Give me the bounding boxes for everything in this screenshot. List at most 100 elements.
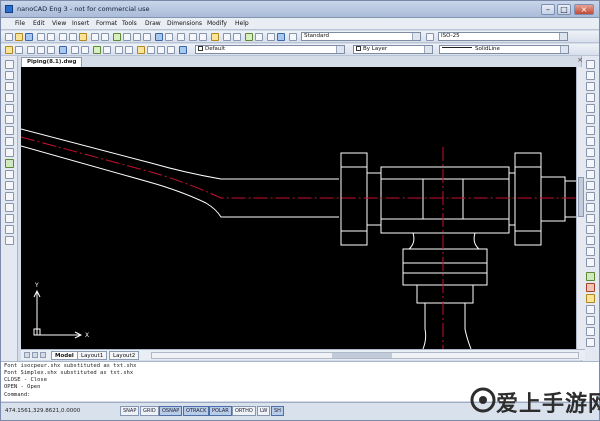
insert-block-icon[interactable] [233, 33, 241, 41]
revision-cloud-icon[interactable] [5, 203, 14, 212]
snap-nearest-icon[interactable] [586, 338, 595, 347]
polygon-tool-icon[interactable] [5, 115, 14, 124]
lengthen-tool-icon[interactable] [586, 236, 595, 245]
layer-state-icon[interactable] [5, 46, 13, 54]
snap-perpendicular-icon[interactable] [586, 316, 595, 325]
snap-toggle[interactable]: SNAP [120, 406, 140, 416]
lw-toggle[interactable]: LW [257, 406, 271, 416]
layer-color-icon[interactable] [59, 46, 67, 54]
pan-icon[interactable] [113, 33, 121, 41]
vertical-scrollbar[interactable] [576, 67, 585, 349]
rotate-tool-icon[interactable] [586, 126, 595, 135]
print-icon[interactable] [37, 33, 45, 41]
snap-midpoint-icon[interactable] [586, 283, 595, 292]
tab-model[interactable]: Model [51, 351, 78, 360]
horizontal-scroll-thumb[interactable] [332, 353, 392, 358]
spline-tool-icon[interactable] [5, 137, 14, 146]
design-center-icon[interactable] [165, 33, 173, 41]
menu-view[interactable]: View [52, 20, 66, 27]
layer-on-icon[interactable] [125, 46, 133, 54]
hatch-icon[interactable] [245, 33, 253, 41]
vertical-scroll-thumb[interactable] [578, 177, 584, 217]
layer-lock-icon[interactable] [157, 46, 165, 54]
menu-insert[interactable]: Insert [72, 20, 89, 27]
array-tool-icon[interactable] [586, 104, 595, 113]
maximize-button[interactable]: □ [557, 4, 571, 15]
properties-icon[interactable] [155, 33, 163, 41]
match-layer-icon[interactable] [71, 46, 79, 54]
block-icon[interactable] [223, 33, 231, 41]
copy-tool-icon[interactable] [586, 71, 595, 80]
measure-tool-icon[interactable] [586, 258, 595, 267]
hatch-tool-icon[interactable] [5, 159, 14, 168]
otrack-toggle[interactable]: OTRACK [183, 406, 210, 416]
menu-help[interactable]: Help [235, 20, 249, 27]
open-folder-icon[interactable] [15, 33, 23, 41]
drawing-canvas[interactable]: Y X [21, 67, 576, 349]
document-close-icon[interactable]: × [576, 57, 584, 65]
polar-toggle[interactable]: POLAR [209, 406, 232, 416]
arc-tool-icon[interactable] [5, 93, 14, 102]
color-select[interactable]: By Layer [353, 45, 433, 54]
linetype-select[interactable]: SolidLine [439, 45, 569, 54]
measure-icon[interactable] [189, 33, 197, 41]
fillet-tool-icon[interactable] [586, 203, 595, 212]
point-tool-icon[interactable] [5, 148, 14, 157]
menu-format[interactable]: Format [96, 20, 117, 27]
tab-layout2[interactable]: Layout2 [109, 351, 140, 360]
zoom-extents-icon[interactable] [143, 33, 151, 41]
sun-freeze-icon[interactable] [37, 46, 45, 54]
menu-modify[interactable]: Modify [207, 20, 227, 27]
bulb-on-icon[interactable] [27, 46, 35, 54]
tab-prev-icon[interactable] [32, 352, 38, 358]
cut-icon[interactable] [59, 33, 67, 41]
layer-freeze-icon[interactable] [137, 46, 145, 54]
rectangle-tool-icon[interactable] [5, 104, 14, 113]
help-icon[interactable] [177, 33, 185, 41]
minimize-button[interactable]: – [541, 4, 555, 15]
horizontal-scrollbar[interactable] [151, 352, 579, 359]
polyline-tool-icon[interactable] [5, 71, 14, 80]
text-icon[interactable] [255, 33, 263, 41]
join-tool-icon[interactable] [586, 225, 595, 234]
command-prompt[interactable]: Command: [4, 392, 31, 398]
zoom-window-icon[interactable] [133, 33, 141, 41]
make-current-icon[interactable] [93, 46, 101, 54]
tab-layout1[interactable]: Layout1 [77, 351, 108, 360]
stretch-tool-icon[interactable] [586, 148, 595, 157]
erase-tool-icon[interactable] [586, 60, 595, 69]
ellipse-tool-icon[interactable] [5, 126, 14, 135]
save-icon[interactable] [25, 33, 33, 41]
tab-first-icon[interactable] [24, 352, 30, 358]
osnap-toggle[interactable]: OSNAP [159, 406, 183, 416]
grid-toggle[interactable]: GRID [140, 406, 159, 416]
zoom-realtime-icon[interactable] [123, 33, 131, 41]
donut-tool-icon[interactable] [5, 214, 14, 223]
ortho-toggle[interactable]: ORTHO [232, 406, 256, 416]
circle-tool-icon[interactable] [5, 82, 14, 91]
offset-tool-icon[interactable] [586, 93, 595, 102]
move-tool-icon[interactable] [586, 115, 595, 124]
tab-next-icon[interactable] [40, 352, 46, 358]
region-tool-icon[interactable] [5, 170, 14, 179]
layer-thaw-icon[interactable] [147, 46, 155, 54]
line-tool-icon[interactable] [5, 60, 14, 69]
mirror-tool-icon[interactable] [586, 82, 595, 91]
divide-tool-icon[interactable] [586, 247, 595, 256]
menu-tools[interactable]: Tools [122, 20, 137, 27]
trim-tool-icon[interactable] [586, 159, 595, 168]
layer-manager-icon[interactable] [211, 33, 219, 41]
isolate-layer-icon[interactable] [81, 46, 89, 54]
menu-dimensions[interactable]: Dimensions [167, 20, 202, 27]
break-tool-icon[interactable] [586, 181, 595, 190]
explode-tool-icon[interactable] [586, 214, 595, 223]
area-icon[interactable] [199, 33, 207, 41]
undo-icon[interactable] [91, 33, 99, 41]
layer-previous-icon[interactable] [15, 46, 23, 54]
close-button[interactable]: × [574, 4, 594, 15]
table-icon[interactable] [267, 33, 275, 41]
menu-edit[interactable]: Edit [33, 20, 45, 27]
layer-off-icon[interactable] [115, 46, 123, 54]
construction-line-icon[interactable] [5, 181, 14, 190]
lock-icon[interactable] [47, 46, 55, 54]
